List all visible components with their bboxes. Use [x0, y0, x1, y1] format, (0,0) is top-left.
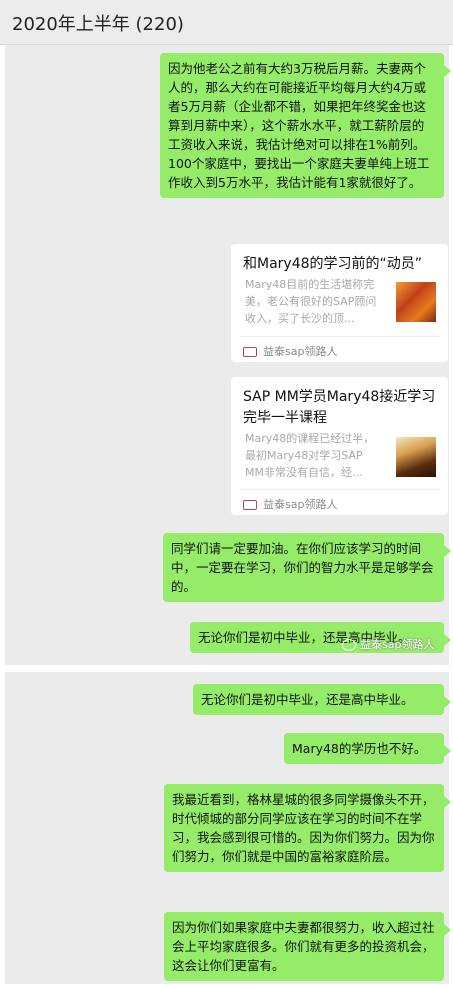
- article-card-2[interactable]: SAP MM学员Mary48接近学习完毕一半课程 Mary48的课程已经过半，最…: [231, 377, 448, 515]
- card-title: SAP MM学员Mary48接近学习完毕一半课程: [243, 389, 436, 426]
- card-source-label: 益泰sap领路人: [263, 345, 338, 358]
- source-logo-icon: [243, 500, 257, 510]
- chat-title: 2020年上半年 (220): [12, 14, 184, 35]
- chat-header: 2020年上半年 (220): [0, 0, 453, 45]
- source-logo-icon: [243, 347, 257, 357]
- message-bubble[interactable]: 我最近看到，格林星城的很多同学摄像头不开，时代倾城的部分同学应该在学习的时间不在…: [164, 784, 451, 872]
- watermark-label: 益泰sap领路人: [360, 638, 435, 651]
- watermark: 益泰sap领路人: [342, 636, 434, 652]
- message-bubble[interactable]: 因为他老公之前有大约3万税后月薪。夫妻两个人的，那么大约在可能接近平均每月大约4…: [160, 53, 451, 198]
- message-bubble[interactable]: 因为你们如果家庭中夫妻都很努力，收入超过社会上平均家庭很多。你们就有更多的投资机…: [164, 912, 451, 981]
- card-description: Mary48的课程已经过半，最初Mary48对学习SAP MM非常没有自信，经.…: [245, 432, 375, 479]
- card-divider: [239, 336, 440, 337]
- wechat-icon: [342, 639, 356, 651]
- autumn-leaves-thumbnail: [396, 282, 436, 322]
- coffee-beans-thumbnail: [396, 437, 436, 477]
- card-source: 益泰sap领路人: [243, 496, 337, 512]
- article-card-1[interactable]: 和Mary48的学习前的“动员” Mary48目前的生活堪称完美，老公有很好的S…: [231, 244, 448, 362]
- card-source: 益泰sap领路人: [243, 343, 337, 359]
- card-title: 和Mary48的学习前的“动员”: [243, 256, 423, 272]
- card-divider: [239, 489, 440, 490]
- message-bubble[interactable]: 同学们请一定要加油。在你们应该学习的时间中，一定要在学习，你们的智力水平是足够学…: [163, 533, 451, 602]
- message-bubble[interactable]: 无论你们是初中毕业，还是高中毕业。: [193, 684, 451, 715]
- card-source-label: 益泰sap领路人: [263, 498, 338, 511]
- card-description: Mary48目前的生活堪称完美，老公有很好的SAP顾问收入，买了长沙的顶...: [245, 278, 377, 325]
- message-bubble[interactable]: Mary48的学历也不好。: [284, 733, 451, 764]
